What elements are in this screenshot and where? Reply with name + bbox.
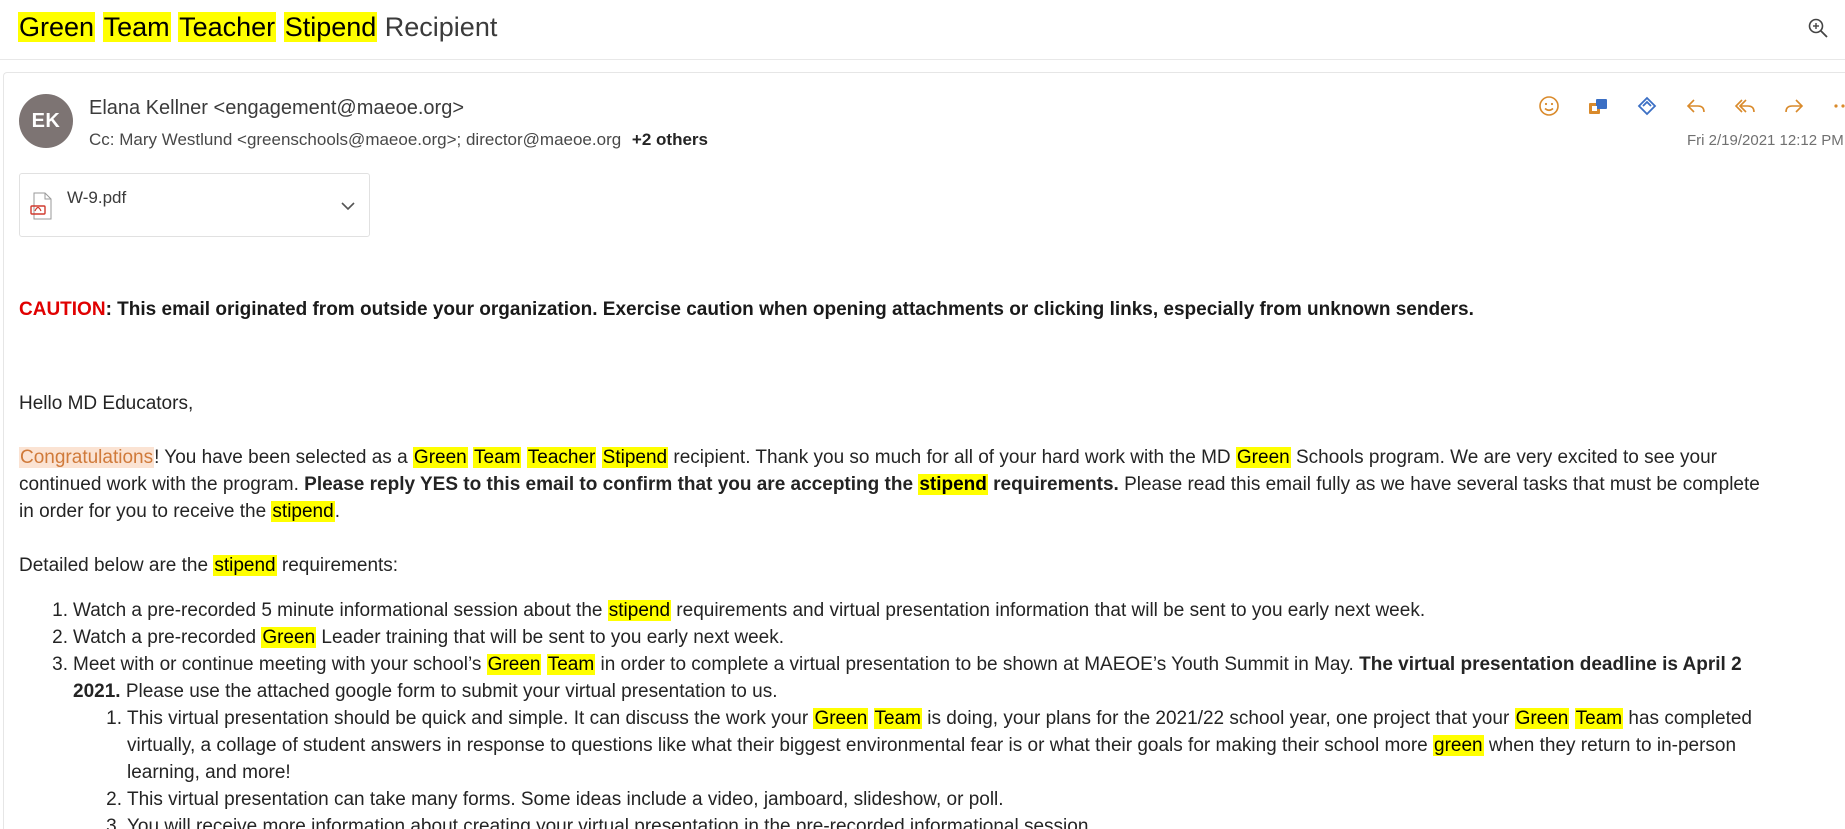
text: is doing, your plans for the 2021/22 sch…: [922, 708, 1515, 729]
reply-all-icon[interactable]: [1731, 92, 1759, 120]
bold-text: 2021.: [73, 681, 121, 702]
zoom-icon[interactable]: [1806, 16, 1830, 40]
highlight: stipend: [271, 501, 335, 522]
bold-text: requirements.: [987, 474, 1119, 495]
text: Please use the attached google form to s…: [120, 681, 778, 702]
text: recipient. Thank you so much for all of …: [668, 447, 1236, 468]
text: virtually, a collage of student answers …: [127, 735, 1434, 756]
text: continued work with the program.: [19, 474, 305, 495]
list-number: 2.: [106, 789, 122, 810]
highlight: Green: [1514, 708, 1570, 729]
email-subject: Green Team Teacher Stipend Recipient: [18, 12, 497, 43]
list-number: 1.: [52, 600, 68, 621]
message-actions: [1535, 92, 1845, 120]
cc-recipients[interactable]: Mary Westlund <greenschools@maeoe.org>; …: [119, 130, 621, 149]
chevron-down-icon[interactable]: [338, 196, 358, 216]
text: when they return to in-person: [1483, 735, 1737, 756]
sub-list-item-continued: learning, and more!: [127, 762, 291, 783]
reply-icon[interactable]: [1682, 92, 1710, 120]
more-icon[interactable]: [1829, 92, 1845, 120]
text: ! You have been selected as a: [154, 447, 413, 468]
congrats-highlight: Congratulations: [19, 447, 155, 468]
highlight: Green: [261, 627, 317, 648]
text: This virtual presentation should be quic…: [127, 708, 814, 729]
cc-label: Cc:: [89, 130, 115, 149]
text: in order to complete a virtual presentat…: [595, 654, 1360, 675]
subject-highlight: Teacher: [178, 12, 277, 42]
highlight: Green: [486, 654, 542, 675]
avatar[interactable]: EK: [19, 94, 73, 148]
text: Watch a pre-recorded 5 minute informatio…: [73, 600, 608, 621]
subject-highlight: Team: [102, 12, 171, 42]
attachment-card[interactable]: W-9.pdf: [19, 173, 370, 237]
paragraph-line: Congratulations! You have been selected …: [19, 444, 1845, 471]
caution-text: : This email originated from outside you…: [105, 299, 1474, 320]
text: Leader training that will be sent to you…: [316, 627, 785, 648]
subject-highlight: Stipend: [283, 12, 378, 42]
text: in order for you to receive the: [19, 501, 272, 522]
highlight: Team: [546, 654, 596, 675]
bold-text: Please reply YES to this email to confir…: [304, 474, 919, 495]
text: Schools program. We are very excited to …: [1290, 447, 1718, 468]
smiley-icon[interactable]: [1535, 92, 1563, 120]
loop-icon[interactable]: [1633, 92, 1661, 120]
highlight: Green: [1235, 447, 1291, 468]
teams-icon[interactable]: [1584, 92, 1612, 120]
bold-text: The virtual presentation deadline is Apr…: [1359, 654, 1742, 675]
list-item: Watch a pre-recorded Green Leader traini…: [73, 624, 784, 651]
text: requirements:: [276, 555, 399, 576]
text: has completed: [1623, 708, 1752, 729]
subject-rest: Recipient: [384, 12, 498, 42]
list-item-continued: 2021. Please use the attached google for…: [73, 678, 777, 705]
sub-list-item-continued: virtually, a collage of student answers …: [127, 732, 1736, 759]
sub-list-item: This virtual presentation can take many …: [127, 789, 1004, 810]
list-number: 3.: [52, 654, 68, 675]
list-number: 1.: [106, 708, 122, 729]
list-number: 2.: [52, 627, 68, 648]
paragraph-line: continued work with the program. Please …: [19, 471, 1845, 498]
subject-bar: Green Team Teacher Stipend Recipient: [0, 0, 1845, 60]
highlight: Stipend: [601, 447, 669, 468]
highlight: Team: [1574, 708, 1624, 729]
subject-highlight: Green: [18, 12, 96, 42]
highlight: Green: [813, 708, 869, 729]
highlight: Team: [473, 447, 522, 468]
sender-name[interactable]: Elana Kellner <engagement@maeoe.org>: [89, 97, 464, 120]
highlight: green: [1433, 735, 1484, 756]
list-number: 3.: [106, 816, 122, 829]
text: Detailed below are the: [19, 555, 214, 576]
greeting: Hello MD Educators,: [19, 393, 194, 414]
highlight: stipend: [213, 555, 277, 576]
caution-banner: CAUTION: This email originated from outs…: [19, 296, 1845, 323]
highlight: Green: [412, 447, 468, 468]
sub-list-item: You will receive more information about …: [127, 816, 1094, 829]
pdf-icon: [30, 192, 54, 220]
highlight: stipend: [607, 600, 672, 621]
highlight: stipend: [918, 474, 988, 495]
attachment-name[interactable]: W-9.pdf: [67, 188, 126, 208]
highlight: Teacher: [526, 447, 597, 468]
text: Meet with or continue meeting with your …: [73, 654, 487, 675]
paragraph-line: Detailed below are the stipend requireme…: [19, 552, 1845, 579]
list-item: Watch a pre-recorded 5 minute informatio…: [73, 597, 1425, 624]
list-item: Meet with or continue meeting with your …: [73, 651, 1742, 678]
cc-others[interactable]: +2 others: [632, 130, 708, 149]
caution-label: CAUTION: [19, 299, 106, 320]
text: requirements and virtual presentation in…: [671, 600, 1426, 621]
sub-list-item: This virtual presentation should be quic…: [127, 705, 1752, 732]
forward-icon[interactable]: [1780, 92, 1808, 120]
sent-date: Fri 2/19/2021 12:12 PM: [1687, 132, 1844, 149]
text: .: [334, 501, 340, 522]
highlight: Team: [873, 708, 923, 729]
text: Watch a pre-recorded: [73, 627, 262, 648]
paragraph-line: in order for you to receive the stipend.: [19, 498, 1845, 525]
cc-line: Cc: Mary Westlund <greenschools@maeoe.or…: [89, 130, 708, 150]
text: Please read this email fully as we have …: [1118, 474, 1760, 495]
